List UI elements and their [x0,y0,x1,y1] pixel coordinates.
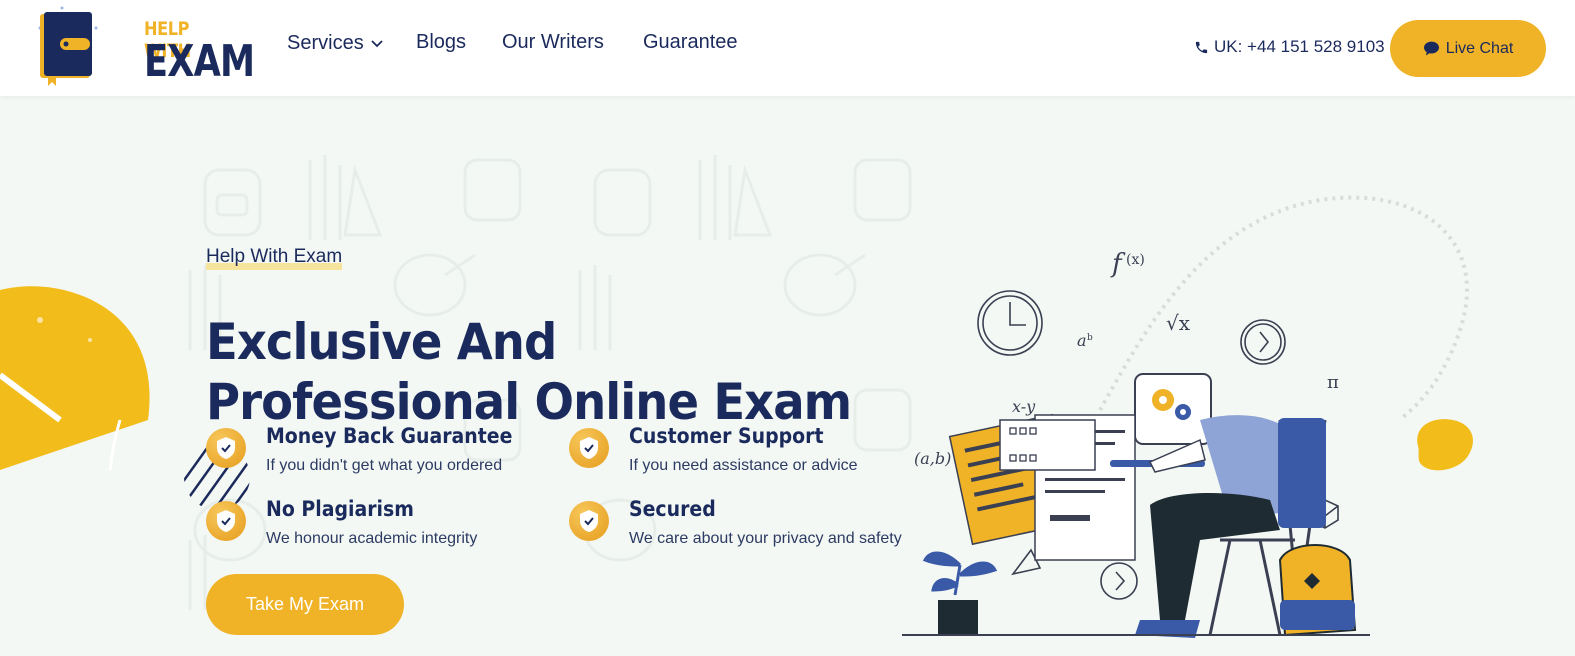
site-header: HELP WITH EXAM Services Blogs Our Writer… [0,0,1575,96]
logo-text-bottom: EXAM [144,36,255,87]
take-my-exam-button[interactable]: Take My Exam [206,574,404,635]
chevron-down-icon [371,39,383,47]
shield-check-icon [206,428,246,468]
yellow-small-blob-decoration [1417,419,1473,471]
student-studying-illustration: f (x) a b √x x-y (a,b) π [902,195,1469,638]
feature-title: Secured [629,497,716,521]
svg-text:π: π [1327,372,1339,393]
svg-text:√x: √x [1166,311,1191,335]
nav-services[interactable]: Services [287,32,384,55]
nav-services-label: Services [287,32,364,54]
nav-our-writers-label: Our Writers [502,31,604,53]
svg-text:a: a [1077,331,1087,350]
shield-check-icon [569,428,609,468]
hero-title: Exclusive And Professional Online Exam H… [206,313,852,420]
svg-text:b: b [1087,333,1093,343]
feature-description: We honour academic integrity [266,530,478,547]
shield-check-icon [206,501,246,541]
svg-text:(x): (x) [1126,252,1145,268]
feature-description: If you need assistance or advice [629,457,858,474]
feature-title: Money Back Guarantee [266,424,513,448]
logo-book-icon [38,6,98,86]
feature-description: We care about your privacy and safety [629,530,902,547]
phone-number: UK: +44 151 528 9103 [1214,37,1385,56]
nav-blogs[interactable]: Blogs [416,31,466,54]
chat-bubble-icon [1423,41,1439,56]
shield-check-icon [569,501,609,541]
nav-guarantee[interactable]: Guarantee [643,31,738,54]
logo-link[interactable]: HELP WITH EXAM [34,6,255,87]
live-chat-button[interactable]: Live Chat [1390,20,1546,77]
nav-guarantee-label: Guarantee [643,31,738,53]
feature-description: If you didn't get what you ordered [266,457,503,474]
svg-text:(a,b): (a,b) [914,449,951,468]
nav-our-writers[interactable]: Our Writers [502,31,604,54]
feature-title: Customer Support [629,424,824,448]
phone-link[interactable]: UK: +44 151 528 9103 [1194,37,1385,57]
svg-text:x-y: x-y [1012,397,1036,416]
yellow-blob-decoration [0,286,150,470]
nav-blogs-label: Blogs [416,31,467,53]
svg-text:f: f [1110,249,1126,279]
feature-title: No Plagiarism [266,497,414,521]
live-chat-label: Live Chat [1445,39,1514,57]
hero-eyebrow: Help With Exam [206,246,343,270]
phone-icon [1195,41,1208,53]
